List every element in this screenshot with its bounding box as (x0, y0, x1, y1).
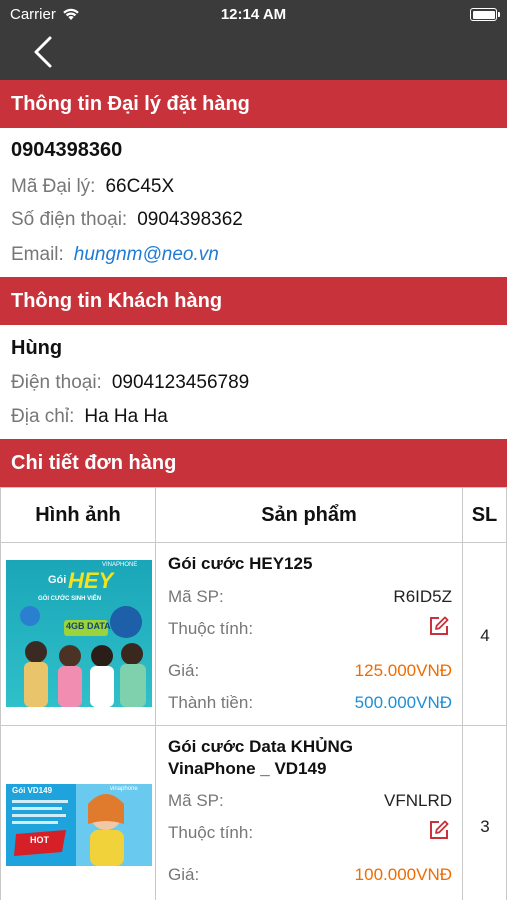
product-qty-1: 4 (480, 626, 490, 645)
table-row-1-image-cell[interactable]: Gói HEY GÓI CƯỚC SINH VIÊN 4GB DATA VINA… (0, 543, 156, 726)
table-row-1-product-cell[interactable]: Gói cước HEY125 Mã SP: R6ID5Z Thuộc tính… (156, 543, 463, 726)
order-section-header: Chi tiết đơn hàng (0, 439, 507, 487)
battery-icon (470, 8, 500, 21)
col-header-image: Hình ảnh (0, 488, 156, 543)
customer-phone-label: Điện thoại: (11, 372, 102, 393)
agent-phone-value: 0904398362 (137, 209, 243, 230)
back-chevron-icon[interactable] (28, 34, 58, 70)
product-total-row-1: Thành tiền: 500.000VNĐ (168, 693, 452, 713)
table-row-2-product-cell[interactable]: Gói cước Data KHỦNG VinaPhone _ VD149 Mã… (156, 726, 463, 900)
product-image-vd149: Gói VD149 HOT vinaphone (6, 784, 152, 866)
customer-phone-row: Điện thoại: 0904123456789 (11, 372, 249, 394)
banner2-brand: vinaphone (110, 786, 138, 792)
banner2-headline: Gói VD149 (12, 786, 53, 795)
banner-badge: 4GB DATA (66, 621, 111, 631)
product-name-1: Gói cước HEY125 (168, 554, 313, 573)
product-code-row-2: Mã SP: VFNLRD (168, 791, 452, 811)
product-price-label-1: Giá: (168, 661, 200, 680)
product-price-2: 100.000VNĐ (354, 865, 452, 884)
table-row-2-qty-cell: 3 (463, 726, 507, 900)
clock: 12:14 AM (220, 6, 287, 23)
product-attr-row-1: Thuộc tính: (168, 616, 452, 639)
product-qty-2: 3 (480, 817, 490, 836)
customer-name: Hùng (11, 337, 63, 359)
table-row-2-image-cell[interactable]: Gói VD149 HOT vinaphone (0, 726, 156, 900)
customer-address-row: Địa chỉ: Ha Ha Ha (11, 406, 168, 428)
agent-code-label: Mã Đại lý: (11, 176, 96, 197)
agent-email-row: Email: hungnm@neo.vn (11, 244, 219, 266)
product-attr-label-1: Thuộc tính: (168, 619, 254, 638)
product-total-1: 500.000VNĐ (354, 693, 452, 712)
col-header-qty: SL (463, 488, 507, 543)
banner2-badge: HOT (30, 835, 49, 845)
product-banner-vd149 (6, 784, 152, 866)
agent-code-row: Mã Đại lý: 66C45X (11, 176, 174, 198)
product-code-label-2: Mã SP: (168, 791, 224, 810)
product-price-1: 125.000VNĐ (354, 661, 452, 680)
customer-address-label: Địa chỉ: (11, 406, 75, 427)
product-image-hey125: Gói HEY GÓI CƯỚC SINH VIÊN 4GB DATA VINA… (6, 560, 152, 707)
banner-headline: HEY (68, 568, 114, 593)
agent-code-value: 66C45X (105, 176, 175, 197)
agent-email-label: Email: (11, 244, 64, 265)
agent-phone-row: Số điện thoại: 0904398362 (11, 209, 243, 231)
edit-icon[interactable] (428, 819, 450, 841)
product-name-2: Gói cước Data KHỦNG VinaPhone _ VD149 (168, 737, 353, 778)
product-total-label-1: Thành tiền: (168, 693, 254, 712)
product-attr-row-2: Thuộc tính: (168, 820, 452, 843)
product-price-label-2: Giá: (168, 865, 200, 884)
agent-section-header: Thông tin Đại lý đặt hàng (0, 80, 507, 128)
banner-brand: VINAPHONE (102, 562, 138, 568)
order-table: Hình ảnh Sản phẩm SL Gói HEY GÓI CƯỚC SI… (0, 487, 507, 900)
product-code-label-1: Mã SP: (168, 587, 224, 606)
banner-prefix: Gói (48, 574, 67, 586)
edit-icon[interactable] (428, 615, 450, 637)
customer-address-value: Ha Ha Ha (84, 406, 168, 427)
product-code-1: R6ID5Z (393, 587, 452, 606)
navigation-bar: Carrier 12:14 AM (0, 0, 507, 80)
status-bar: Carrier 12:14 AM (0, 4, 507, 24)
product-code-2: VFNLRD (383, 791, 452, 810)
col-header-product: Sản phẩm (156, 488, 463, 543)
table-row-1-qty-cell: 4 (463, 543, 507, 726)
agent-phone-label: Số điện thoại: (11, 209, 128, 230)
banner-sub: GÓI CƯỚC SINH VIÊN (38, 596, 102, 602)
agent-email-link[interactable]: hungnm@neo.vn (74, 244, 219, 265)
customer-phone-value: 0904123456789 (111, 372, 250, 393)
product-code-row-1: Mã SP: R6ID5Z (168, 587, 452, 607)
product-price-row-1: Giá: 125.000VNĐ (168, 661, 452, 681)
agent-phone-main: 0904398360 (11, 139, 123, 161)
product-attr-label-2: Thuộc tính: (168, 823, 254, 842)
customer-section-header: Thông tin Khách hàng (0, 277, 507, 325)
product-price-row-2: Giá: 100.000VNĐ (168, 865, 452, 885)
